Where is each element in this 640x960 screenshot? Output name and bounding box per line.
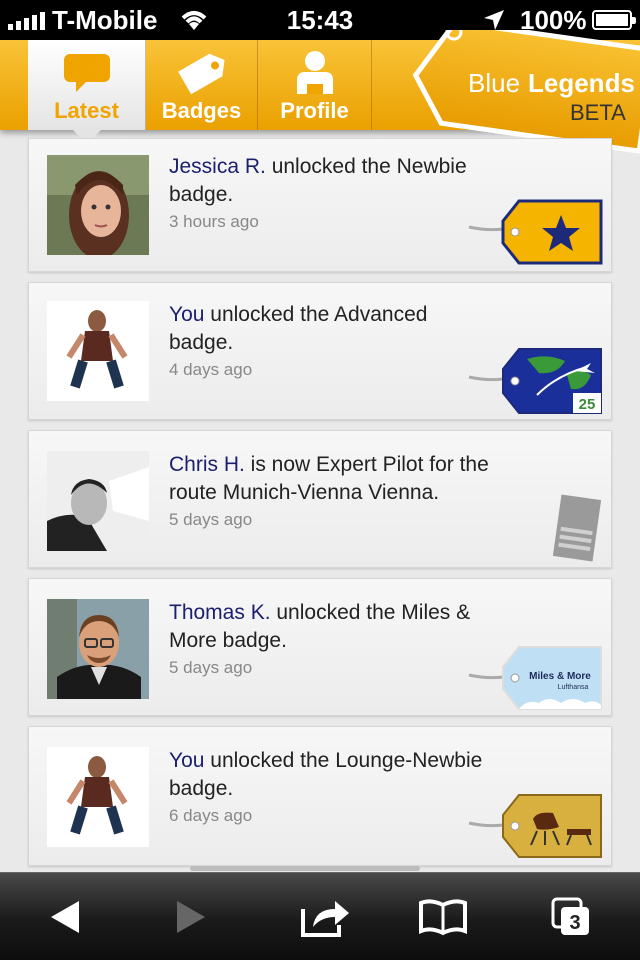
tab-profile-label: Profile: [280, 98, 349, 123]
forward-arrow-icon: [177, 901, 205, 933]
feed-item-text: Chris H. is now Expert Pilot for the rou…: [169, 451, 491, 533]
feed-item-text: You unlocked the Advanced badge. 4 days …: [169, 301, 491, 383]
feed-item-text: Thomas K. unlocked the Miles & More badg…: [169, 599, 501, 681]
forward-button[interactable]: [156, 891, 226, 943]
back-button[interactable]: [30, 891, 100, 943]
logo-legends-text: Legends: [528, 68, 635, 98]
tab-latest-label: Latest: [54, 98, 119, 123]
feed-item[interactable]: Jessica R. unlocked the Newbie badge. 3 …: [28, 138, 612, 272]
feed-item[interactable]: You unlocked the Lounge-Newbie badge. 6 …: [28, 726, 612, 866]
feed-message: unlocked the Lounge-Newbie badge.: [169, 749, 483, 800]
user-name[interactable]: You: [169, 303, 204, 326]
share-icon: [301, 901, 349, 937]
feed-item-text: Jessica R. unlocked the Newbie badge. 3 …: [169, 153, 491, 235]
feed-item[interactable]: Thomas K. unlocked the Miles & More badg…: [28, 578, 612, 716]
tab-latest[interactable]: Latest: [28, 40, 146, 144]
badge-number: 25: [579, 396, 596, 413]
share-button[interactable]: [290, 891, 360, 943]
tag-icon: [146, 50, 257, 96]
timestamp: 4 days ago: [169, 360, 253, 379]
badge-title: Miles & More: [529, 671, 591, 682]
badge-subtitle: Lufthansa: [558, 684, 589, 691]
avatar: [47, 155, 149, 255]
feed-message: unlocked the Advanced badge.: [169, 303, 428, 354]
avatar: [47, 747, 149, 847]
tab-badges[interactable]: Badges: [146, 40, 258, 130]
logo-blue-text: Blue: [468, 68, 520, 98]
user-name[interactable]: Thomas K.: [169, 601, 271, 624]
lounge-chair-badge-icon: [468, 794, 602, 858]
scroll-indicator[interactable]: [190, 866, 420, 871]
tab-count: 3: [569, 912, 580, 934]
back-arrow-icon: [51, 901, 79, 933]
miles-and-more-badge-icon: Miles & More Lufthansa: [468, 646, 602, 710]
tab-profile[interactable]: Profile: [258, 40, 372, 130]
person-icon: [258, 50, 371, 96]
avatar: [47, 599, 149, 699]
bookmarks-button[interactable]: [408, 891, 478, 943]
battery-icon: [592, 10, 636, 30]
user-name[interactable]: Jessica R.: [169, 155, 266, 178]
newbie-star-badge-icon: [468, 199, 603, 265]
speech-bubble-icon: [28, 50, 145, 96]
avatar: [47, 301, 149, 401]
timestamp: 5 days ago: [169, 510, 253, 529]
expert-pilot-badge-icon: [552, 494, 602, 562]
feed-item[interactable]: You unlocked the Advanced badge. 4 days …: [28, 282, 612, 420]
timestamp: 6 days ago: [169, 806, 253, 825]
timestamp: 3 hours ago: [169, 212, 259, 231]
browser-toolbar: 3: [0, 872, 640, 960]
feed-item[interactable]: Chris H. is now Expert Pilot for the rou…: [28, 430, 612, 568]
user-name[interactable]: You: [169, 749, 204, 772]
timestamp: 5 days ago: [169, 658, 253, 677]
logo-beta-text: BETA: [570, 100, 626, 125]
feed-item-text: You unlocked the Lounge-Newbie badge. 6 …: [169, 747, 491, 829]
advanced-globe-badge-icon: 25: [468, 348, 602, 414]
tab-badges-label: Badges: [161, 98, 242, 123]
tabs-button[interactable]: 3: [536, 891, 606, 943]
activity-feed: Jessica R. unlocked the Newbie badge. 3 …: [28, 138, 612, 876]
tabs-icon: 3: [551, 897, 589, 935]
user-name[interactable]: Chris H.: [169, 453, 245, 476]
avatar: [47, 451, 149, 551]
open-book-icon: [419, 899, 467, 936]
